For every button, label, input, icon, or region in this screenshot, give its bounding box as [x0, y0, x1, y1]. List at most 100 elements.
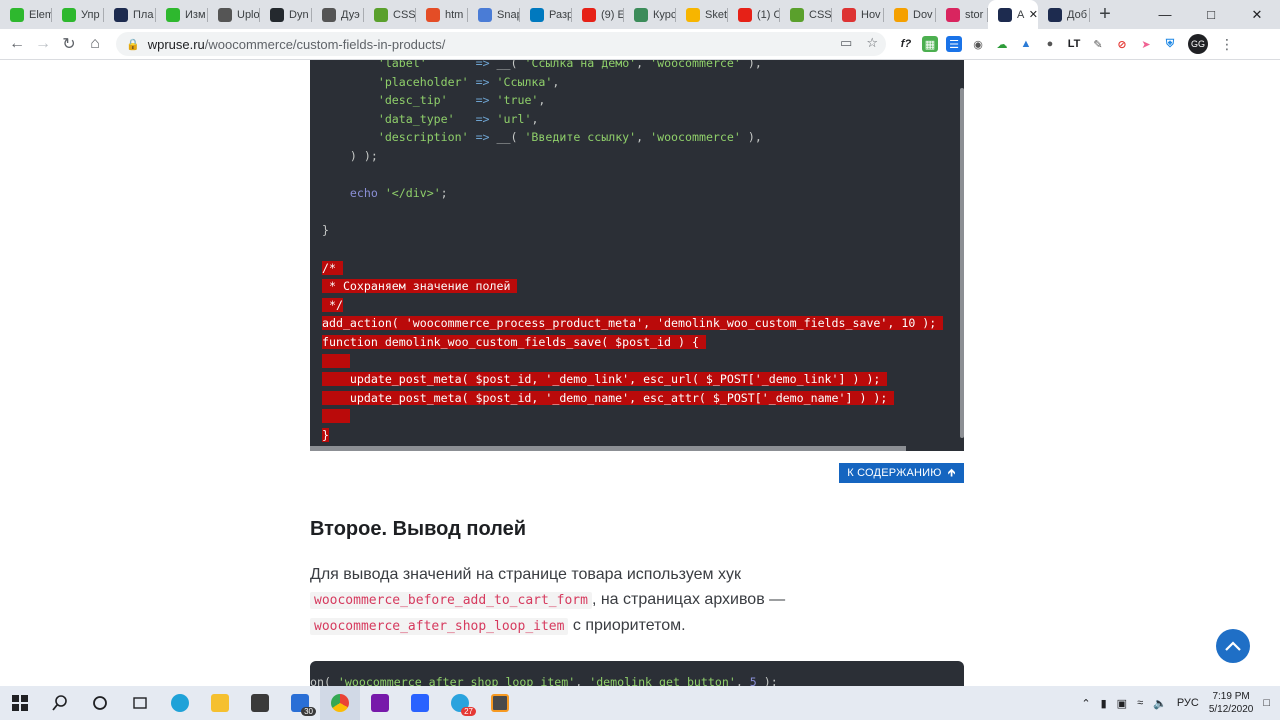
app-blue-icon[interactable] [400, 686, 440, 720]
bolt-icon [894, 7, 908, 22]
doc-ext-icon[interactable]: ☰ [946, 36, 962, 52]
sketch-icon [686, 7, 700, 22]
cast-icon[interactable]: ▭ [840, 35, 852, 51]
new-tab-button[interactable]: + [1090, 0, 1120, 29]
browser-tab[interactable]: Dyn [260, 0, 312, 29]
lt-ext-icon[interactable]: LT [1066, 36, 1082, 52]
language-indicator[interactable]: РУС [1177, 697, 1199, 709]
notifications-icon[interactable]: □ [1263, 697, 1270, 709]
browser-toolbar: ← → ↻ ⌂ 🔒 wpruse.ru/woocommerce/custom-f… [0, 29, 1280, 60]
mail-icon[interactable]: 30 [280, 686, 320, 720]
arrow-ext-icon[interactable]: ➤ [1138, 36, 1154, 52]
diamond-icon [218, 7, 232, 22]
tab-label: Dov [913, 8, 933, 21]
chrome-icon[interactable] [320, 686, 360, 720]
browser-tab[interactable]: (9) E [572, 0, 624, 29]
sublime-text-icon[interactable] [480, 686, 520, 720]
code-line: 'label' => __( 'Ссылка на демо', 'woocom… [377, 60, 762, 70]
close-window-button[interactable]: ✕ [1234, 0, 1280, 29]
network-icon[interactable]: ▣ [1117, 697, 1127, 710]
browser-tab[interactable]: Дуэ [312, 0, 364, 29]
browser-tab[interactable]: CSS [364, 0, 416, 29]
page-viewport: 'label' => __( 'Ссылка на демо', 'woocom… [0, 60, 1280, 686]
block-ext-icon[interactable]: ⊘ [1114, 36, 1130, 52]
grid-ext-icon[interactable]: ▦ [922, 36, 938, 52]
minimize-button[interactable]: — [1142, 0, 1188, 29]
image-ext-icon[interactable]: ▲ [1018, 36, 1034, 52]
address-bar[interactable]: 🔒 wpruse.ru/woocommerce/custom-fields-in… [116, 32, 886, 56]
search-icon[interactable] [40, 686, 80, 720]
browser-tab[interactable]: stor [936, 0, 988, 29]
task-view-icon[interactable] [120, 686, 160, 720]
bookmark-star-icon[interactable]: ☆ [866, 35, 878, 51]
start-button[interactable] [0, 686, 40, 720]
code-horizontal-scrollbar[interactable] [310, 446, 906, 451]
reload-button[interactable]: ↻ [56, 31, 82, 57]
store-icon[interactable] [240, 686, 280, 720]
chevron-up-icon [1225, 641, 1241, 651]
forward-button[interactable]: → [30, 31, 56, 57]
browser-tab[interactable]: Доб [1038, 0, 1090, 29]
code-line [322, 407, 943, 426]
gear-red-icon [946, 7, 960, 22]
code-content-2: on( 'woocommerce_after_shop_loop_item', … [310, 675, 778, 686]
css-icon [790, 7, 804, 22]
section-heading: Второе. Вывод полей [310, 518, 527, 540]
file-explorer-icon[interactable] [200, 686, 240, 720]
chrome-menu-icon[interactable]: ⋮ [1220, 36, 1234, 53]
browser-tab[interactable]: Snap [468, 0, 520, 29]
code-line [322, 352, 943, 371]
close-tab-icon[interactable]: ✕ [1029, 8, 1038, 21]
browser-tab[interactable]: Dov [884, 0, 936, 29]
gear-icon [478, 7, 492, 22]
browser-tab[interactable]: Пла [104, 0, 156, 29]
profile-avatar[interactable]: GG [1188, 34, 1208, 54]
chevron-up-tray-icon[interactable]: ⌃ [1081, 697, 1090, 710]
fontface-ext-icon[interactable]: f? [898, 36, 914, 52]
browser-tab[interactable]: Разр [520, 0, 572, 29]
scroll-to-top-button[interactable] [1216, 629, 1250, 663]
highlighted-code: update_post_meta( $post_id, '_demo_name'… [322, 390, 895, 405]
browser-tab[interactable]: Elem [0, 0, 52, 29]
highlighted-code: add_action( 'woocommerce_process_product… [322, 316, 944, 331]
pen-ext-icon[interactable]: ✎ [1090, 36, 1106, 52]
browser-tab[interactable]: CSS [780, 0, 832, 29]
home-button[interactable]: ⌂ [82, 31, 108, 57]
browser-tab[interactable]: Sket [676, 0, 728, 29]
table-of-contents-button[interactable]: К СОДЕРЖАНИЮ 🡹 [839, 463, 964, 483]
battery-icon[interactable]: ▮ [1101, 697, 1107, 710]
tab-label: Упр [81, 8, 100, 21]
bulb-ext-icon[interactable]: ● [1042, 36, 1058, 52]
clock[interactable]: 7:19 PM 5/12/2020 [1209, 690, 1254, 716]
onenote-icon[interactable] [360, 686, 400, 720]
browser-tab[interactable]: A ✕ [988, 0, 1038, 29]
code-vertical-scrollbar[interactable] [960, 88, 964, 438]
shield-ext-icon[interactable]: ◉ [970, 36, 986, 52]
browser-tab[interactable]: Uplo [208, 0, 260, 29]
back-button[interactable]: ← [4, 31, 30, 57]
paragraph-text: Для вывода значений на странице товара и… [310, 566, 741, 583]
maximize-button[interactable]: □ [1188, 0, 1234, 29]
vpn-ext-icon[interactable]: ⛨ [1162, 36, 1178, 52]
tab-label: Snap [497, 8, 520, 21]
browser-tab[interactable]: Упр [52, 0, 104, 29]
leaf-icon [166, 7, 180, 22]
cloud-ext-icon[interactable]: ☁ [994, 36, 1010, 52]
browser-tab[interactable]: htm [416, 0, 468, 29]
tab-label: Uplo [237, 8, 260, 21]
cortana-icon[interactable] [80, 686, 120, 720]
volume-icon[interactable]: 🔈 [1153, 697, 1167, 710]
tab-label: Elem [29, 8, 52, 21]
browser-tab[interactable]: Курс [624, 0, 676, 29]
browser-tab[interactable]: Hov [832, 0, 884, 29]
wifi-icon[interactable]: ≈ [1137, 697, 1143, 709]
html-icon [426, 7, 440, 22]
edge-icon[interactable] [160, 686, 200, 720]
tab-label: Дуэ [341, 8, 360, 21]
browser-tab[interactable]: Изм [156, 0, 208, 29]
code-line: } [322, 426, 943, 445]
telegram-icon[interactable]: 27 [440, 686, 480, 720]
browser-tab[interactable]: (1) C [728, 0, 780, 29]
highlighted-code: */ [322, 297, 343, 312]
mail-badge: 30 [301, 707, 316, 716]
